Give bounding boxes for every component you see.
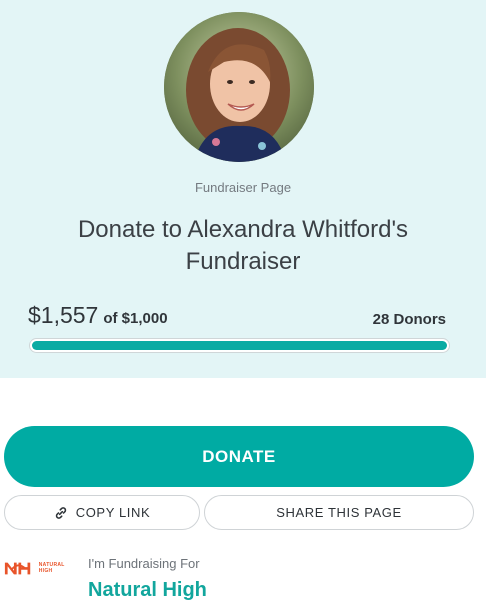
goal-amount: of $1,000 (103, 310, 168, 327)
natural-high-logo-icon (4, 562, 31, 575)
copy-link-button[interactable]: COPY LINK (4, 495, 200, 530)
avatar (164, 12, 314, 162)
organization-name-link[interactable]: Natural High (88, 579, 207, 602)
raised-amount: $1,557 (28, 302, 99, 328)
link-icon (55, 506, 66, 519)
hero-section: Fundraiser Page Donate to Alexandra Whit… (0, 0, 486, 378)
share-page-button[interactable]: SHARE THIS PAGE (204, 495, 474, 530)
donate-button[interactable]: DONATE (4, 426, 474, 487)
donor-count: 28 Donors (372, 311, 446, 328)
progress-bar (29, 338, 450, 353)
fundraising-for-label: I'm Fundraising For (88, 556, 200, 571)
progress-fill (32, 341, 447, 350)
page-title: Donate to Alexandra Whitford's Fundraise… (77, 216, 409, 275)
organization-logo[interactable]: NATURAL HIGH (4, 557, 76, 579)
copy-link-label: COPY LINK (75, 505, 151, 520)
amount-raised: $1,557 of $1,000 (28, 302, 168, 332)
page-type-label: Fundraiser Page (194, 180, 292, 195)
person-photo-icon (164, 12, 314, 162)
logo-wordmark: NATURAL HIGH (38, 562, 65, 574)
